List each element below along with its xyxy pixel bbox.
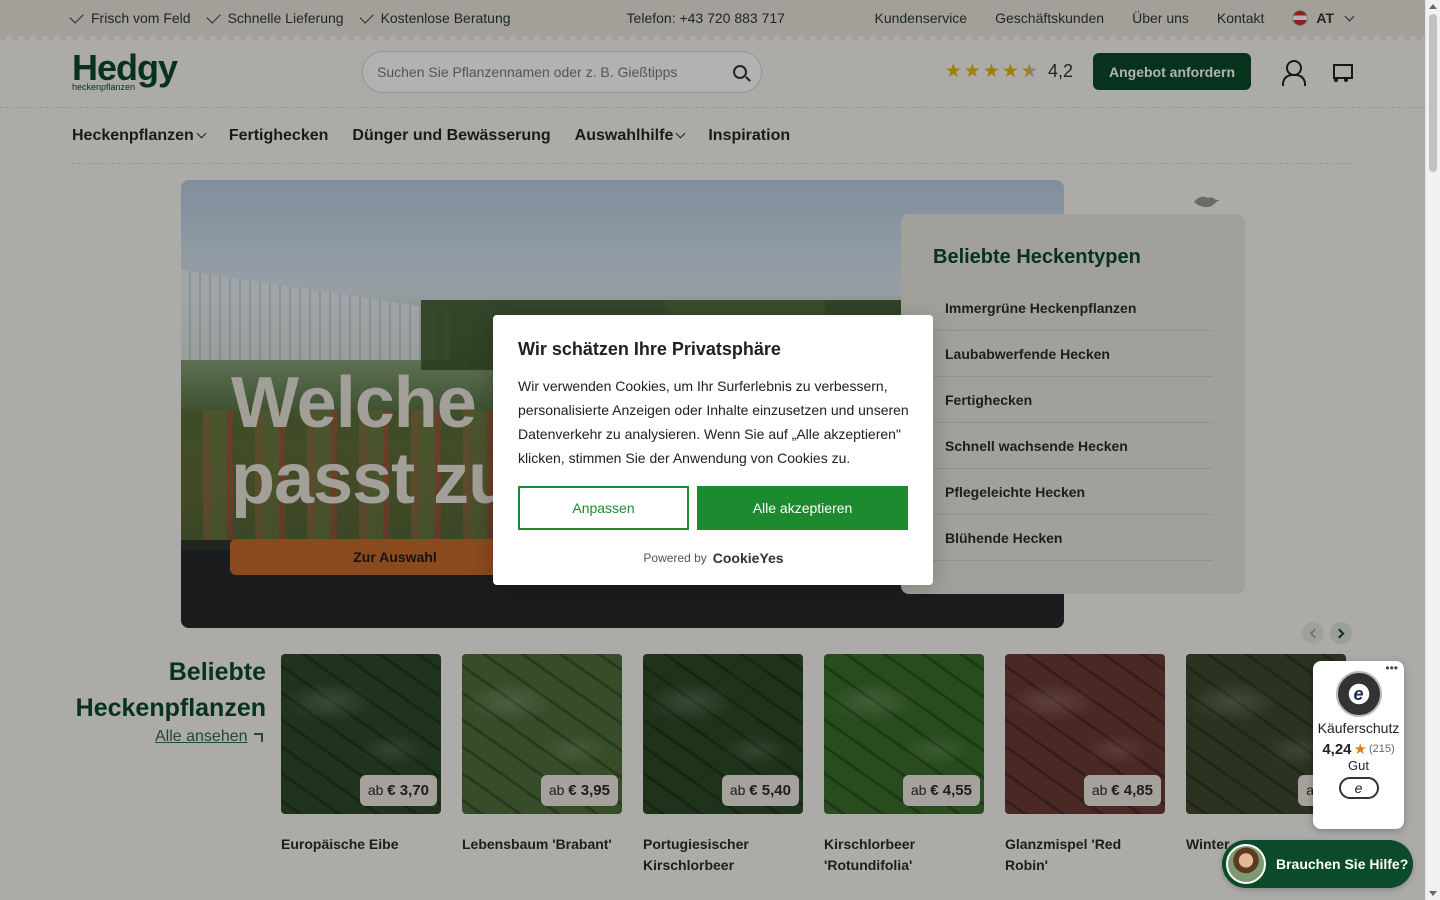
cookie-text: Wir verwenden Cookies, um Ihr Surferlebn… [518,378,909,466]
scroll-up-icon[interactable] [1429,4,1437,9]
cookieyes-logo[interactable]: CookieYes [713,550,784,566]
seal-letter: e [1353,684,1364,704]
powered-by: Powered by CookieYes [518,550,909,566]
help-label: Brauchen Sie Hilfe? [1276,856,1409,872]
star-icon: ★ [1353,741,1367,758]
more-options-icon[interactable]: ••• [1385,661,1398,675]
buyer-protection-label: Käuferschutz [1317,720,1400,736]
accept-all-button[interactable]: Alle akzeptieren [697,486,908,530]
seal-letter: e [1354,780,1363,796]
ts-review-count: (215) [1368,743,1395,755]
ts-grade: Gut [1348,758,1369,773]
ts-score-value: 4,24 [1322,740,1352,758]
customize-button[interactable]: Anpassen [518,486,689,530]
page: Frisch vom Feld Schnelle Lieferung Koste… [0,0,1425,900]
page-scrollbar[interactable] [1425,0,1440,900]
cookie-consent-dialog: Wir schätzen Ihre Privatsphäre Wir verwe… [493,315,933,585]
help-chat-button[interactable]: Brauchen Sie Hilfe? [1222,840,1413,888]
trusted-shops-badge[interactable]: ••• e Käuferschutz 4,24 ★ (215) Gut e [1313,661,1404,829]
avatar [1226,844,1266,884]
scroll-down-icon[interactable] [1429,891,1437,896]
trusted-shops-seal-icon: e [1335,671,1382,717]
cookie-buttons: Anpassen Alle akzeptieren [518,486,909,530]
powered-by-label: Powered by [643,551,707,565]
trusted-shops-e-icon: e [1338,777,1379,799]
scroll-thumb[interactable] [1429,14,1437,172]
ts-score: 4,24 ★ (215) [1313,740,1404,759]
cookie-title: Wir schätzen Ihre Privatsphäre [518,339,781,359]
